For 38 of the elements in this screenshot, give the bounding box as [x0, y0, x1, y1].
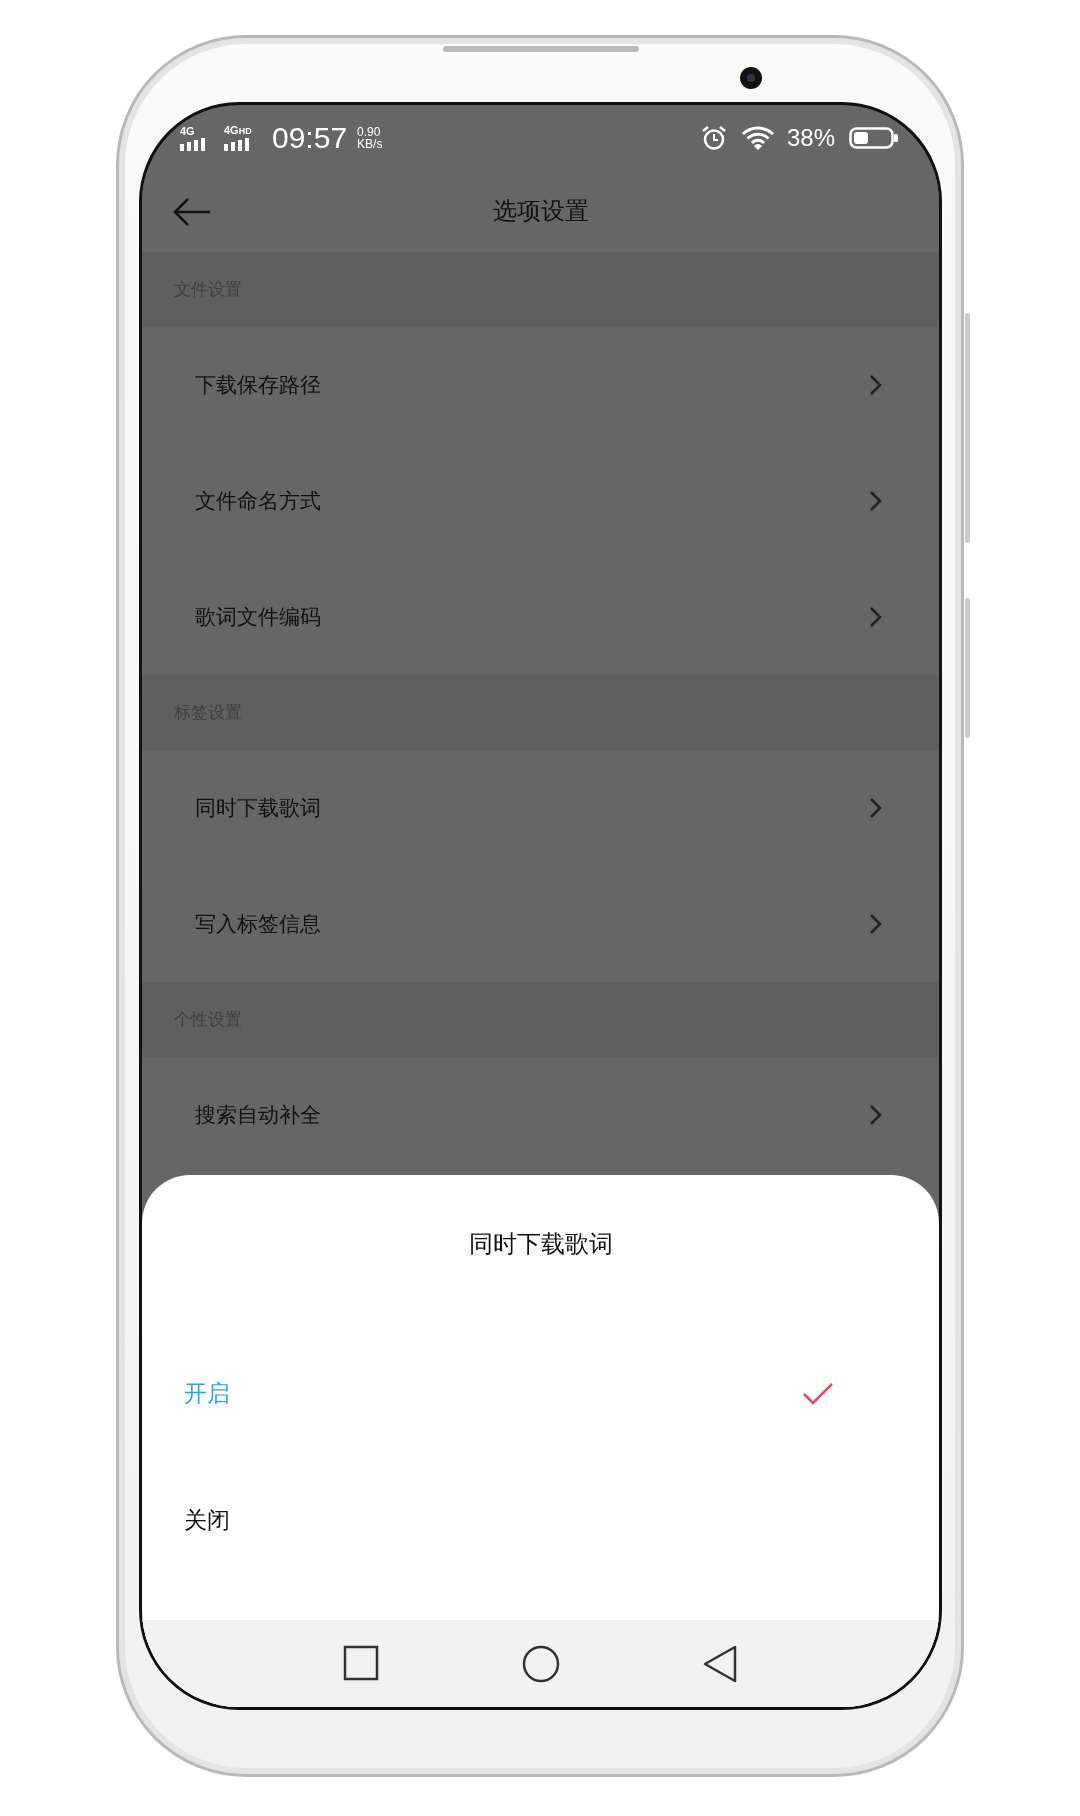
settings-label: 文件命名方式: [195, 488, 321, 515]
chevron-right-icon: [869, 374, 883, 396]
square-icon[interactable]: [342, 1644, 381, 1683]
option-item[interactable]: 关闭: [142, 1457, 939, 1584]
sheet-title: 同时下载歌词: [468, 1229, 613, 1260]
speed-unit: KB/s: [357, 137, 383, 150]
settings-label: 同时下载歌词: [195, 795, 321, 822]
chevron-right-icon: [869, 913, 883, 935]
wifi-icon: [740, 124, 775, 151]
option-label: 关闭: [184, 1506, 230, 1535]
alarm-icon: [700, 124, 727, 151]
settings-row[interactable]: 搜索自动补全: [142, 1057, 939, 1173]
settings-label: 下载保存路径: [195, 372, 321, 399]
chevron-right-icon: [869, 606, 883, 628]
battery-percent: 38%: [786, 123, 835, 152]
settings-label: 写入标签信息: [195, 911, 321, 938]
settings-row[interactable]: 文件命名方式: [142, 443, 939, 559]
check-icon: [802, 1381, 834, 1406]
option-label: 开启: [184, 1379, 230, 1408]
back-arrow-icon[interactable]: [172, 197, 212, 227]
speed-value: 0.90: [357, 125, 382, 138]
settings-row[interactable]: 下载保存路径: [142, 327, 939, 443]
chevron-right-icon: [869, 490, 883, 512]
option-item[interactable]: 开启: [142, 1330, 939, 1457]
page-title: 选项设置: [492, 196, 589, 227]
signal-label: 4GHD: [224, 124, 252, 137]
camera-icon: [739, 66, 763, 90]
chevron-right-icon: [869, 797, 883, 819]
battery-icon: [849, 125, 899, 150]
settings-row[interactable]: 写入标签信息: [142, 866, 939, 982]
settings-label: 搜索自动补全: [195, 1102, 321, 1129]
settings-row[interactable]: 同时下载歌词: [142, 750, 939, 866]
signal-label: 4G: [180, 124, 195, 137]
settings-label: 歌词文件编码: [195, 604, 321, 631]
clock-time: 09:57: [272, 120, 348, 155]
settings-row[interactable]: 歌词文件编码: [142, 559, 939, 675]
chevron-right-icon: [869, 1104, 883, 1126]
circle-icon[interactable]: [521, 1644, 560, 1683]
